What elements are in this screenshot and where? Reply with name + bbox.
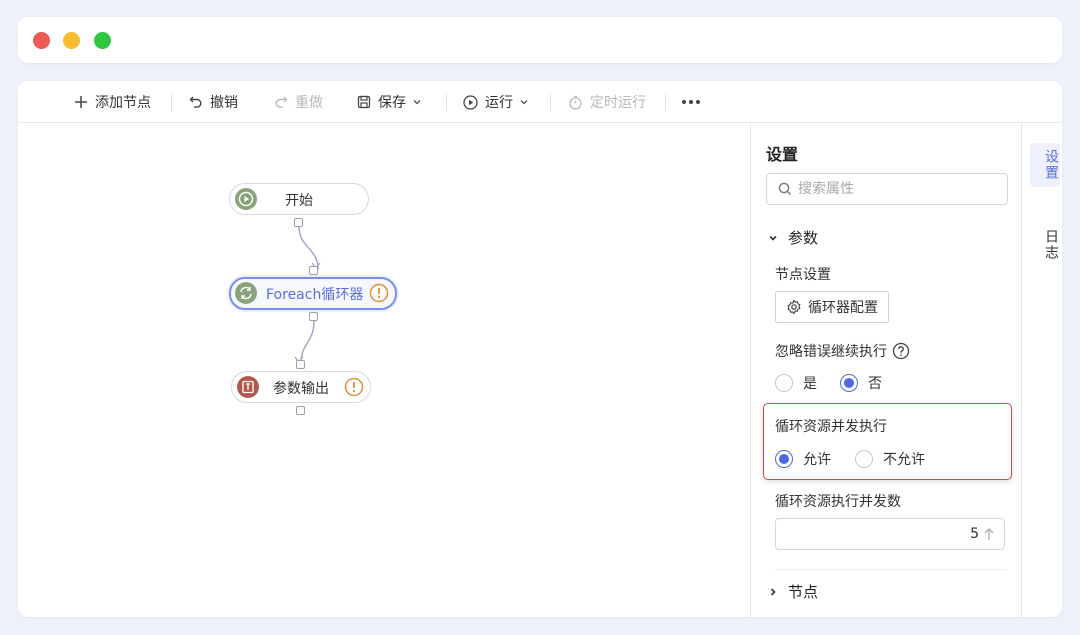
undo-label: 撤销	[210, 95, 238, 111]
nodes-section-label: 节点	[788, 583, 819, 601]
tab-settings[interactable]: 设置	[1030, 143, 1060, 187]
redo-button[interactable]: 重做	[274, 91, 323, 113]
connector-foreach-output	[300, 320, 315, 364]
loop-icon	[235, 282, 257, 304]
workflow-canvas[interactable]: 开始 Foreach循环器 参数输出	[18, 123, 750, 617]
toolbar: 添加节点 撤销 重做 保存 运行 定时运行	[18, 81, 1062, 123]
concurrency-count-value: 5	[970, 526, 979, 542]
scheduled-run-label: 定时运行	[590, 95, 646, 111]
connector-start-foreach	[298, 225, 319, 270]
save-button[interactable]: 保存	[357, 91, 422, 113]
node-label: 开始	[285, 193, 313, 209]
concurrent-deny-option[interactable]: 不允许	[855, 449, 925, 469]
foreach-node[interactable]: Foreach循环器	[229, 277, 397, 310]
search-icon	[778, 182, 791, 195]
stopwatch-icon	[569, 95, 582, 110]
add-node-button[interactable]: 添加节点	[74, 91, 151, 113]
add-node-label: 添加节点	[95, 95, 151, 111]
section-divider	[775, 569, 1007, 570]
connectors	[294, 225, 321, 364]
ignore-error-label: 忽略错误继续执行	[775, 344, 887, 360]
run-label: 运行	[485, 95, 513, 111]
help-icon[interactable]	[892, 342, 910, 360]
window-titlebar	[18, 17, 1062, 63]
concurrent-allow-option[interactable]: 允许	[775, 449, 831, 469]
toolbar-divider	[171, 93, 172, 111]
node-port[interactable]	[296, 406, 305, 415]
nodes-section-header[interactable]: 节点	[768, 581, 818, 602]
output-icon	[237, 376, 259, 398]
settings-panel: 设置 参数 节点设置 循环器配置 忽略错误继续执行 是 否 循环资源并发	[750, 123, 1021, 617]
run-button[interactable]: 运行	[463, 91, 529, 113]
chevron-down-icon	[413, 100, 421, 105]
chevron-down-icon	[520, 100, 528, 105]
ignore-error-label-row: 忽略错误继续执行	[775, 341, 910, 361]
radio-button-selected[interactable]	[775, 450, 793, 468]
option-label: 允许	[803, 452, 831, 468]
play-circle-icon	[235, 188, 257, 210]
concurrency-count-input[interactable]: 5	[775, 518, 1005, 550]
node-settings-label: 节点设置	[775, 267, 831, 283]
plus-icon	[75, 96, 87, 108]
loop-config-button[interactable]: 循环器配置	[775, 291, 889, 323]
option-label: 否	[868, 376, 882, 392]
undo-icon	[189, 96, 202, 108]
search-input[interactable]	[798, 181, 998, 197]
node-port[interactable]	[309, 266, 318, 275]
radio-button-selected[interactable]	[840, 374, 858, 392]
warning-icon[interactable]	[344, 377, 364, 401]
node-port[interactable]	[309, 312, 318, 321]
settings-title: 设置	[766, 145, 799, 164]
ignore-error-yes-option[interactable]: 是	[775, 373, 817, 393]
more-button[interactable]	[681, 91, 708, 113]
node-label: 参数输出	[273, 381, 329, 397]
option-label: 不允许	[883, 452, 925, 468]
params-section-label: 参数	[788, 229, 819, 247]
scheduled-run-button[interactable]: 定时运行	[568, 91, 646, 113]
radio-button[interactable]	[775, 374, 793, 392]
toolbar-divider	[446, 93, 447, 111]
toolbar-divider	[665, 93, 666, 111]
chevron-right-icon	[770, 587, 776, 596]
tab-logs[interactable]: 日志	[1030, 229, 1060, 261]
play-circle-icon	[463, 94, 478, 110]
more-icon	[682, 100, 700, 104]
radio-button[interactable]	[855, 450, 873, 468]
minimize-window-button[interactable]	[63, 32, 80, 49]
maximize-window-button[interactable]	[94, 32, 111, 49]
property-search[interactable]	[766, 173, 1008, 205]
redo-icon	[275, 96, 288, 108]
undo-button[interactable]: 撤销	[189, 91, 238, 113]
save-icon	[357, 95, 371, 109]
param-output-node[interactable]: 参数输出	[231, 371, 371, 403]
warning-icon[interactable]	[369, 283, 389, 307]
redo-label: 重做	[295, 95, 323, 111]
node-label: Foreach循环器	[266, 287, 364, 303]
concurrent-label: 循环资源并发执行	[775, 419, 887, 435]
arrow-up-icon[interactable]	[983, 527, 995, 541]
save-label: 保存	[378, 95, 406, 111]
option-label: 是	[803, 376, 817, 392]
workflow-editor: 添加节点 撤销 重做 保存 运行 定时运行 开始 Foreach循环器 参数输出…	[18, 81, 1062, 617]
gear-icon	[787, 299, 801, 315]
params-section-header[interactable]: 参数	[768, 227, 818, 248]
side-tabs: 设置 日志	[1021, 123, 1062, 617]
node-port[interactable]	[296, 360, 305, 369]
chevron-down-icon	[769, 235, 777, 241]
close-window-button[interactable]	[33, 32, 50, 49]
ignore-error-no-option[interactable]: 否	[840, 373, 882, 393]
toolbar-divider	[550, 93, 551, 111]
concurrency-count-label: 循环资源执行并发数	[775, 494, 901, 510]
node-port[interactable]	[294, 218, 303, 227]
start-node[interactable]: 开始	[229, 183, 369, 215]
loop-config-label: 循环器配置	[808, 300, 878, 316]
